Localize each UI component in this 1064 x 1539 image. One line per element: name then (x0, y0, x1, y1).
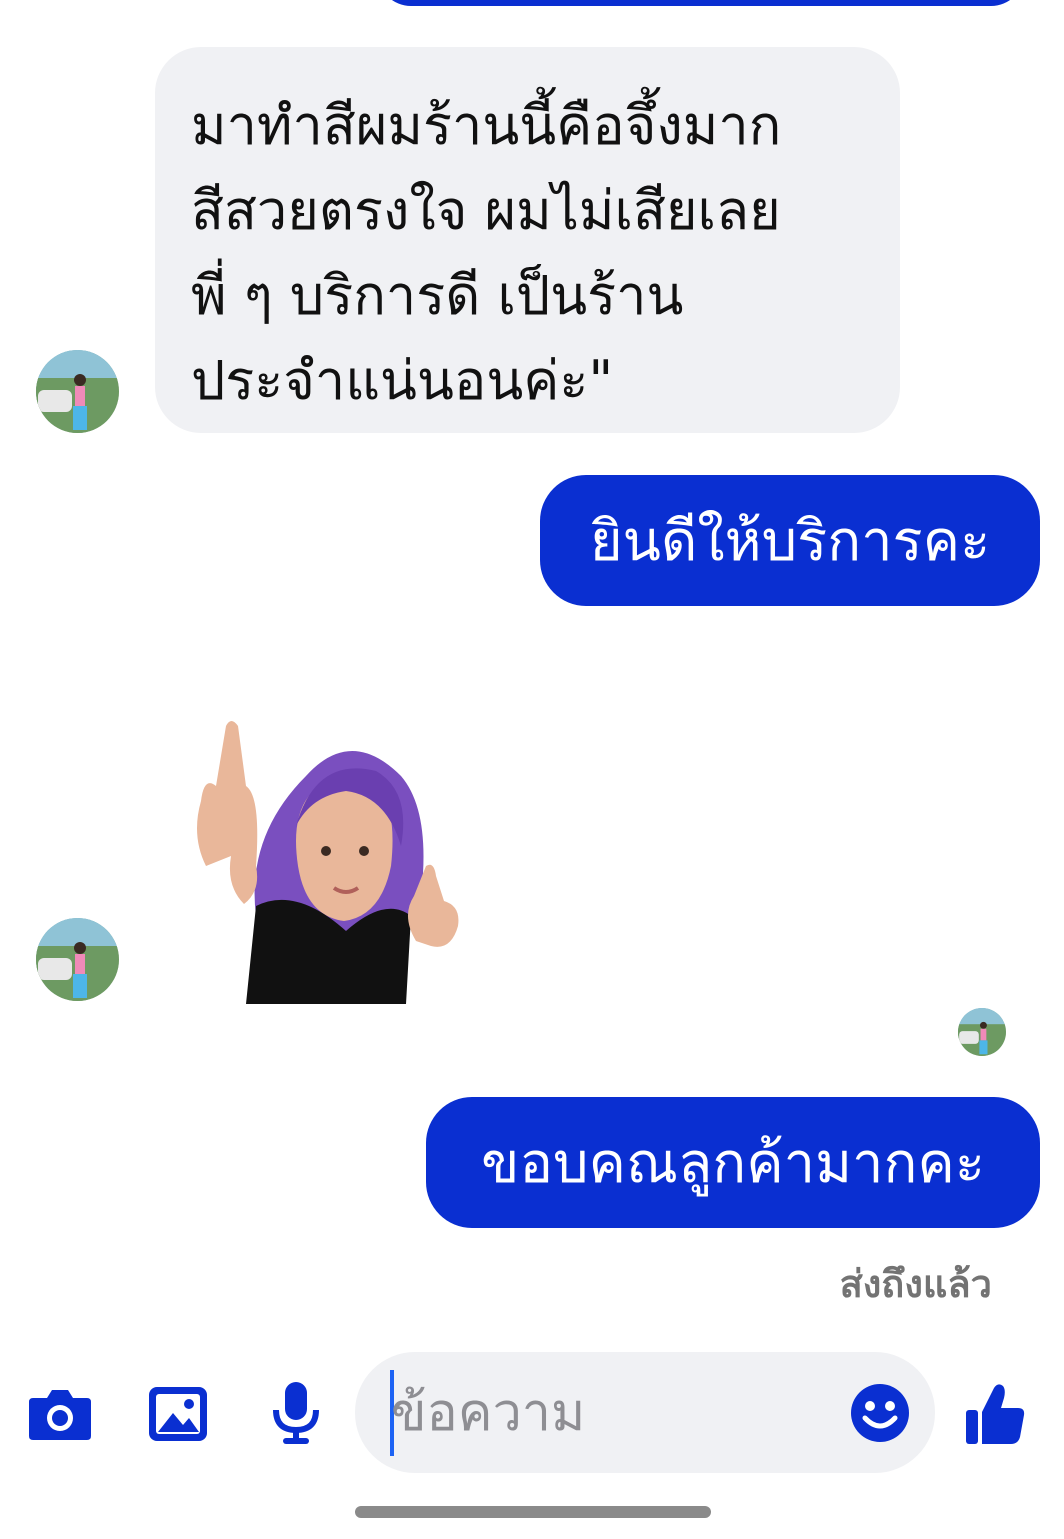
microphone-icon[interactable] (268, 1379, 324, 1447)
emoji-icon[interactable] (847, 1380, 913, 1446)
outgoing-message-bubble[interactable]: ยินดีให้บริการคะ (540, 475, 1040, 606)
home-indicator (355, 1506, 711, 1518)
contact-avatar[interactable] (36, 350, 119, 433)
thumbs-up-icon[interactable] (962, 1380, 1028, 1448)
previous-outgoing-bubble (378, 0, 1024, 6)
message-line: พี่ ๆ บริการดี เป็นร้าน (191, 264, 684, 327)
read-receipt-avatar (958, 1008, 1006, 1056)
message-line: สีสวยตรงใจ ผมไม่เสียเลย (191, 179, 781, 242)
incoming-message-bubble[interactable]: มาทำสีผมร้านนี้คือจึ้งมาก สีสวยตรงใจ ผมไ… (155, 47, 900, 433)
message-line: ประจำแน่นอนค่ะ" (191, 349, 614, 412)
contact-avatar[interactable] (36, 918, 119, 1001)
delivery-status: ส่งถึงแล้ว (839, 1262, 992, 1306)
outgoing-message-text: ยินดีให้บริการคะ (589, 509, 991, 574)
gallery-icon[interactable] (146, 1384, 210, 1444)
message-input[interactable] (391, 1374, 831, 1451)
message-line: มาทำสีผมร้านนี้คือจึ้งมาก (191, 94, 782, 157)
outgoing-message-bubble[interactable]: ขอบคณลูกค้ามากคะ (426, 1097, 1040, 1228)
camera-icon[interactable] (26, 1383, 94, 1445)
message-composer[interactable] (355, 1352, 935, 1473)
outgoing-message-text: ขอบคณลูกค้ามากคะ (481, 1131, 985, 1196)
avatar-sticker[interactable] (186, 716, 468, 1004)
